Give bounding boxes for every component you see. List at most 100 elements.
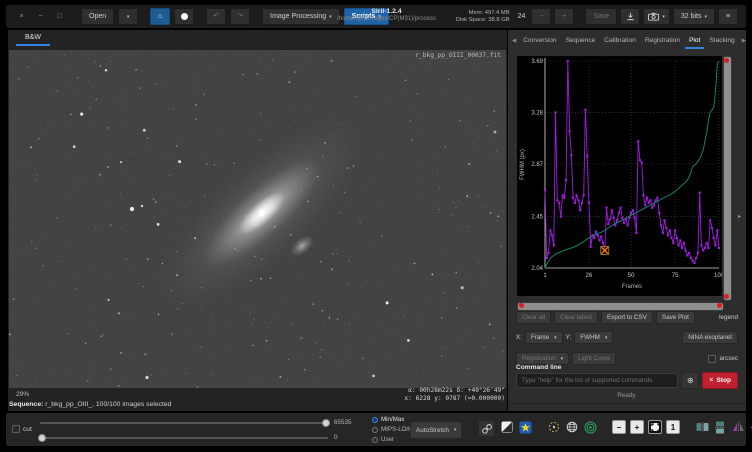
background-samples-button[interactable] (547, 420, 561, 434)
globe-icon (566, 421, 578, 433)
pixel-coords: x: 6228 y: 0787 (=0.000000) (404, 395, 505, 403)
radio-user[interactable]: User (372, 436, 394, 443)
panel-collapse-icon[interactable]: ▸ (738, 213, 741, 220)
tabs-scroll-right-icon[interactable]: ▶ (740, 38, 748, 44)
zoom-fit-button[interactable] (648, 420, 662, 434)
low-level-slider[interactable] (40, 437, 328, 439)
low-level-value: 0 (334, 434, 338, 441)
nina-exoplanet-button[interactable]: NINA exoplanet (682, 331, 738, 344)
radio-minmax[interactable]: Min/Max (372, 416, 404, 423)
svg-text:Frames: Frames (622, 284, 642, 290)
chevron-down-icon: ▾ (561, 356, 564, 362)
legend-label: legend (719, 314, 738, 321)
mirror-y-button[interactable] (713, 420, 727, 434)
command-line-row: ⊕ × Stop (516, 372, 738, 389)
high-slider-knob[interactable] (322, 419, 330, 427)
tab-registration[interactable]: Registration (641, 33, 684, 49)
loaded-filename: r_bkg_pp_OIII_00037.fit (415, 52, 501, 59)
clear-all-button[interactable]: Clear all (516, 311, 551, 324)
tab-sequence[interactable]: Sequence (562, 33, 600, 49)
flip-horizontal-button[interactable] (731, 420, 745, 434)
celestial-coords: α: 00h28m22s δ: +40°26'49" (404, 387, 505, 395)
cut-checkbox[interactable] (12, 425, 20, 433)
redo-button[interactable]: ↷ (230, 8, 250, 25)
window-close-icon[interactable]: × (14, 13, 29, 20)
bit-depth-dropdown[interactable]: 32 bits▾ (673, 8, 715, 25)
open-button[interactable]: Open (81, 8, 114, 25)
chevron-down-icon: ▾ (605, 335, 608, 341)
threads-decrease-button[interactable]: − (531, 8, 551, 25)
stop-button[interactable]: × Stop (702, 372, 738, 389)
snapshot-menu[interactable]: ▾ (643, 8, 670, 25)
autostretch-dropdown[interactable]: AutoStretch▾ (410, 421, 462, 439)
sequence-info: r_bkg_pp_OIII_, 100/100 images selected (43, 401, 171, 408)
home-button[interactable]: ⌂ (150, 8, 170, 25)
astrometry-button[interactable] (565, 420, 579, 434)
negative-view-button[interactable] (500, 420, 514, 434)
cut-label: cut (23, 426, 32, 433)
arcsec-checkbox[interactable] (708, 355, 716, 363)
cut-option: cut (12, 425, 32, 433)
export-csv-button[interactable]: Export to CSV (601, 311, 653, 324)
y-range-lower-handle[interactable] (724, 294, 729, 299)
plot-y-range-slider[interactable] (723, 56, 732, 301)
window-minimize-icon[interactable]: − (33, 13, 48, 20)
save-button[interactable]: Save (585, 8, 617, 25)
tab-stacking[interactable]: Stacking (705, 33, 738, 49)
chain-icon (482, 424, 492, 434)
star-detection-button[interactable] (518, 420, 532, 434)
clear-latest-button[interactable]: Clear latest (554, 311, 598, 324)
hamburger-menu[interactable]: ≡ (718, 8, 738, 25)
radio-icon (372, 417, 378, 423)
zoom-in-button[interactable]: + (630, 420, 644, 434)
high-level-value: 65535 (334, 419, 352, 426)
chevron-down-icon: ▾ (554, 335, 557, 341)
x-range-left-handle[interactable] (519, 303, 524, 308)
background-samples-icon (548, 421, 560, 433)
image-viewport[interactable]: r_bkg_pp_OIII_00037.fit (9, 50, 506, 388)
link-channels-button[interactable] (478, 420, 495, 437)
command-help-button[interactable]: ⊕ (681, 372, 699, 389)
threads-increase-button[interactable]: + (554, 8, 574, 25)
channel-tab-bw[interactable]: B&W (16, 31, 50, 46)
mirror-x-button[interactable] (695, 420, 709, 434)
mirror-y-icon (714, 421, 726, 434)
high-level-slider[interactable] (40, 422, 328, 424)
y-range-upper-handle[interactable] (724, 58, 729, 63)
zoom-out-button[interactable]: − (612, 420, 626, 434)
fwhm-plot[interactable]: 2.042.452.873.283.691265075100FramesFWHM… (517, 56, 722, 296)
photometry-button[interactable] (583, 420, 597, 434)
zoom-one-button[interactable]: 1 (666, 420, 680, 434)
save-as-button[interactable] (620, 8, 640, 25)
y-axis-dropdown[interactable]: FWHM▾ (574, 331, 613, 344)
chevron-down-icon: ▾ (454, 427, 457, 433)
arcsec-label: arcsec (719, 355, 738, 362)
svg-text:2.87: 2.87 (531, 162, 543, 168)
record-button[interactable] (174, 8, 194, 25)
light-curve-button[interactable]: Light Curve (572, 352, 616, 365)
svg-text:50: 50 (628, 273, 635, 279)
app-title: Siril-1.2.4 (294, 8, 479, 16)
svg-text:3.28: 3.28 (531, 110, 543, 116)
plot-axes-row: X: Frame▾ Y: FWHM▾ NINA exoplanet (516, 331, 738, 344)
tab-conversion[interactable]: Conversion (519, 33, 560, 49)
plot-x-range-slider[interactable] (517, 302, 724, 311)
tab-calibration[interactable]: Calibration (600, 33, 640, 49)
x-axis-dropdown[interactable]: Frame▾ (525, 331, 563, 344)
window-maximize-icon[interactable]: □ (52, 13, 67, 20)
undo-button[interactable]: ↶ (206, 8, 226, 25)
save-plot-button[interactable]: Save Plot (656, 311, 695, 324)
radio-mips[interactable]: MIPS-LO/HI (372, 426, 414, 433)
status-ready: Ready. (508, 392, 746, 399)
x-axis-label: X: (516, 334, 522, 341)
low-slider-knob[interactable] (38, 434, 46, 442)
control-panel: ◀ Conversion Sequence Calibration Regist… (508, 30, 746, 411)
sequence-status: Sequence: r_bkg_pp_OIII_, 100/100 images… (9, 401, 171, 408)
cursor-coordinates: α: 00h28m22s δ: +40°26'49" x: 6228 y: 07… (404, 387, 505, 403)
x-range-right-handle[interactable] (717, 303, 722, 308)
radio-icon (372, 427, 378, 433)
tabs-scroll-left-icon[interactable]: ◀ (510, 38, 518, 44)
command-input[interactable] (516, 373, 678, 388)
open-recent-dropdown[interactable]: ▾ (118, 8, 138, 25)
tab-plot[interactable]: Plot (685, 33, 704, 49)
